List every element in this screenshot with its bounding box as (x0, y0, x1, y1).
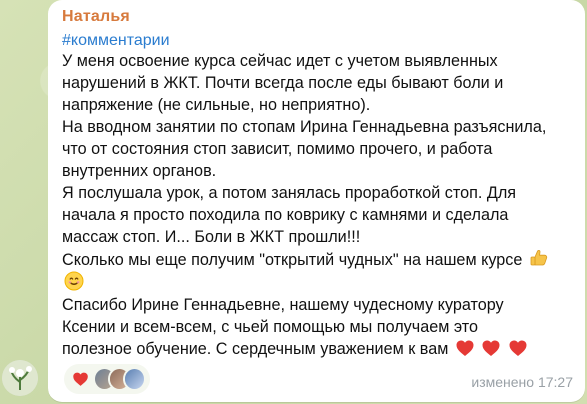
reactor-avatar-3[interactable] (125, 369, 144, 389)
message-line: что от состояния стоп зависит, помимо пр… (62, 140, 493, 158)
message-line: Я послушала урок, а потом занялась прора… (62, 184, 517, 202)
message-line (62, 271, 572, 294)
message-line-with-emoji: Сколько мы еще получим "открытий чудных"… (62, 248, 572, 271)
message-line: Сколько мы еще получим "открытий чудных"… (62, 251, 523, 269)
message-bubble: Наталья #комментарии У меня освоение кур… (48, 0, 585, 402)
message-line: Спасибо Ирине Геннадьевне, нашему чудесн… (62, 296, 504, 314)
reactions-bar[interactable] (64, 364, 150, 394)
message-line: напряжение (не сильные, но неприятно). (62, 96, 371, 114)
message-line: У меня освоение курса сейчас идет с учет… (62, 52, 498, 70)
heart-icon (73, 372, 88, 386)
message-text: У меня освоение курса сейчас идет с учет… (62, 50, 572, 360)
smiling-face-icon (64, 271, 84, 291)
flower-avatar-icon (2, 360, 38, 396)
heart-icon (509, 340, 527, 356)
message-line: массаж стоп. И... Боли в ЖКТ прошли!!! (62, 228, 361, 246)
heart-icon (482, 340, 500, 356)
thumbs-up-icon (530, 249, 547, 266)
heart-icon (456, 340, 474, 356)
message-line: На вводном занятии по стопам Ирина Генна… (62, 118, 547, 136)
edited-status: изменено (471, 374, 535, 390)
message-line-with-hearts: полезное обучение. С сердечным уважением… (62, 338, 572, 360)
sender-avatar[interactable] (2, 360, 38, 396)
message-time: 17:27 (537, 374, 573, 390)
message-meta: изменено 17:27 (471, 374, 573, 390)
message-line: полезное обучение. С сердечным уважением… (62, 340, 449, 358)
message-line: начала я просто походила по коврику с ка… (62, 206, 509, 224)
message-line: нарушений в ЖКТ. Почти всегда после еды … (62, 74, 504, 92)
hashtag-link[interactable]: #комментарии (62, 32, 170, 50)
message-line: внутренних органов. (62, 162, 217, 180)
message-line: Ксении и всем-всем, с чьей помощью мы по… (62, 318, 478, 336)
sender-name[interactable]: Наталья (62, 8, 130, 26)
